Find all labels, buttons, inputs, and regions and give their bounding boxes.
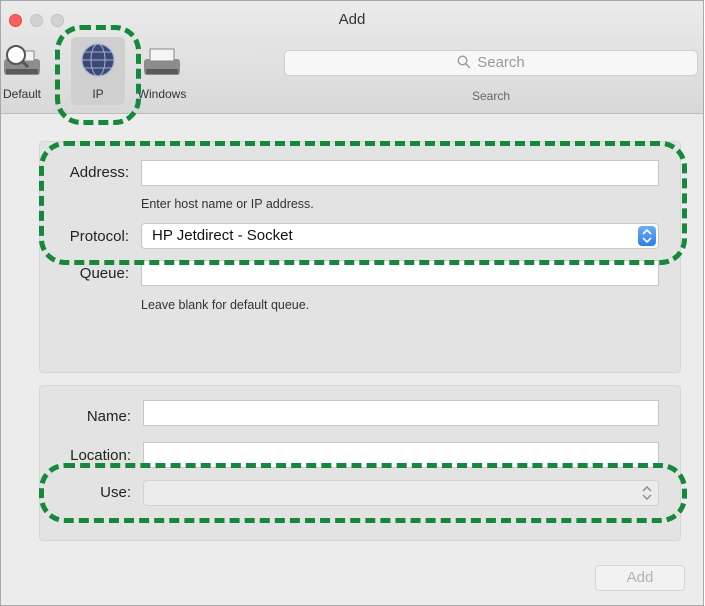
- toolbar-item-label: IP: [92, 87, 104, 101]
- address-input[interactable]: [141, 160, 659, 186]
- network-globe-icon: [79, 41, 117, 84]
- address-label: Address:: [69, 164, 129, 181]
- search-icon: [457, 55, 471, 69]
- search-label: Search: [471, 89, 511, 103]
- toolbar-item-windows[interactable]: Windows: [127, 39, 197, 103]
- add-button[interactable]: Add: [595, 565, 685, 591]
- search-field[interactable]: Search: [284, 50, 698, 76]
- location-label: Location:: [70, 447, 131, 464]
- protocol-label: Protocol:: [69, 228, 129, 245]
- location-input[interactable]: [143, 442, 659, 468]
- protocol-value: HP Jetdirect - Socket: [152, 227, 293, 244]
- toolbar-item-ip[interactable]: IP: [71, 37, 125, 105]
- toolbar-item-label: Default: [2, 87, 42, 101]
- name-label: Name:: [86, 408, 131, 425]
- window-title: Add: [338, 11, 366, 28]
- address-hint: Enter host name or IP address.: [141, 197, 314, 211]
- queue-input[interactable]: [141, 260, 659, 286]
- default-printer-icon: [1, 43, 44, 88]
- use-label: Use:: [100, 484, 131, 501]
- protocol-select[interactable]: HP Jetdirect - Socket: [141, 223, 659, 249]
- chevron-updown-icon: [638, 226, 656, 246]
- search-placeholder: Search: [477, 54, 525, 71]
- toolbar-item-label: Windows: [137, 87, 187, 101]
- add-printer-window: Add Default IP Windows Search Search Add…: [0, 0, 704, 606]
- toolbar-item-default[interactable]: Default: [1, 39, 57, 103]
- name-input[interactable]: [143, 400, 659, 426]
- windows-printer-icon: [140, 43, 184, 88]
- use-select[interactable]: [143, 480, 659, 506]
- queue-label: Queue:: [79, 265, 129, 282]
- titlebar: Add Default IP Windows Search Search: [1, 1, 703, 114]
- queue-hint: Leave blank for default queue.: [141, 298, 310, 312]
- chevron-updown-icon: [638, 483, 656, 503]
